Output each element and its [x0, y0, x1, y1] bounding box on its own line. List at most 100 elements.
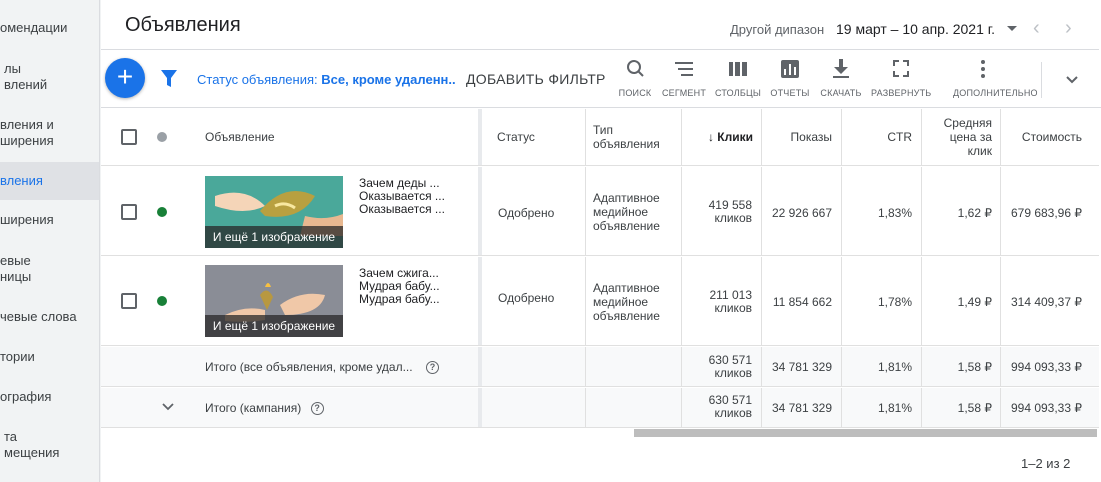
- ad-type-value: Адаптивное медийное объявление: [593, 281, 660, 323]
- clicks-value: 419 558 кликов: [708, 198, 752, 225]
- avg-cpc-value: 1,49 ₽: [957, 295, 992, 309]
- filter-value: Все, кроме удаленн...: [321, 72, 455, 87]
- date-range-selector[interactable]: 19 март – 10 апр. 2021 г.: [836, 21, 995, 37]
- segment-button[interactable]: СЕГМЕНТ: [654, 58, 714, 98]
- sidebar: омендации лы влений вления и ширения вле…: [0, 0, 100, 482]
- status-dot: [157, 207, 167, 217]
- sidebar-item-ads[interactable]: вления: [0, 162, 99, 200]
- header-ad-type[interactable]: Тип объявления: [593, 123, 660, 151]
- totals-row-ads: Итого (все объявления, кроме удал... ? 6…: [101, 347, 1099, 387]
- header-clicks[interactable]: ↓ Клики: [681, 130, 753, 144]
- main-panel: Объявления Другой дипазон 19 март – 10 а…: [101, 0, 1101, 482]
- expand-button[interactable]: РАЗВЕРНУТЬ: [871, 58, 931, 98]
- more-vert-icon: [981, 60, 985, 78]
- sidebar-item-recommendations[interactable]: омендации: [0, 20, 99, 36]
- header-ctr[interactable]: CTR: [841, 130, 912, 144]
- ad-type-value: Адаптивное медийное объявление: [593, 191, 660, 233]
- toolbar: + Статус объявления: Все, кроме удаленн.…: [101, 50, 1101, 108]
- chevron-left-icon[interactable]: ‹: [1033, 18, 1040, 38]
- date-range-label: Другой дипазон: [730, 22, 825, 37]
- status-dot-header: [157, 132, 167, 142]
- header-impressions[interactable]: Показы: [761, 130, 832, 144]
- status-value: Одобрено: [498, 291, 555, 305]
- column-resize-handle: [478, 167, 482, 255]
- more-images-caption: И ещё 1 изображение: [205, 315, 343, 337]
- sidebar-item-keywords[interactable]: чевые слова: [0, 309, 99, 325]
- table-row[interactable]: И ещё 1 изображение Зачем деды ... Оказы…: [101, 167, 1099, 256]
- page-header: Объявления Другой дипазон 19 март – 10 а…: [101, 0, 1099, 50]
- column-divider: [585, 257, 586, 345]
- ctr-value: 1,78%: [877, 295, 912, 309]
- more-images-caption: И ещё 1 изображение: [205, 226, 343, 248]
- clicks-value: 211 013 кликов: [709, 288, 753, 315]
- header-avg-cpc[interactable]: Средняя цена за клик: [921, 116, 992, 158]
- totals-label: Итого (все объявления, кроме удал... ?: [205, 360, 439, 375]
- sidebar-item-demographics[interactable]: ография: [0, 389, 99, 405]
- chevron-down-icon[interactable]: [1064, 70, 1080, 90]
- column-resize-handle: [478, 257, 482, 345]
- column-divider: [585, 347, 586, 386]
- toolbar-divider: [1041, 62, 1042, 98]
- ad-text[interactable]: Зачем сжига... Мудрая бабу... Мудрая баб…: [359, 267, 440, 306]
- totals-ctr: 1,81%: [877, 360, 912, 374]
- sidebar-item-ad-groups[interactable]: лы влений: [0, 61, 99, 93]
- column-divider: [585, 109, 586, 165]
- cost-value: 314 409,37 ₽: [1010, 295, 1082, 309]
- row-checkbox[interactable]: [121, 293, 137, 309]
- totals-clicks: 630 571 кликов: [708, 393, 752, 420]
- filter-icon[interactable]: [161, 70, 177, 88]
- impressions-value: 22 926 667: [771, 206, 832, 220]
- totals-label: Итого (кампания) ?: [205, 401, 324, 416]
- select-all-checkbox[interactable]: [121, 129, 137, 145]
- header-cost[interactable]: Стоимость: [1000, 130, 1082, 144]
- avg-cpc-value: 1,62 ₽: [957, 206, 992, 220]
- more-options-button[interactable]: ДОПОЛНИТЕЛЬНО: [953, 58, 1038, 98]
- totals-avg-cpc: 1,58 ₽: [957, 360, 992, 374]
- column-resize-handle: [478, 388, 482, 427]
- cost-value: 679 683,96 ₽: [1010, 206, 1082, 220]
- row-checkbox[interactable]: [121, 204, 137, 220]
- sidebar-item-placements[interactable]: та мещения: [0, 429, 99, 461]
- totals-row-campaign: Итого (кампания) ? 630 571 кликов 34 781…: [101, 388, 1099, 428]
- totals-clicks: 630 571 кликов: [708, 353, 752, 380]
- ad-image-thumbnail[interactable]: И ещё 1 изображение: [205, 265, 343, 337]
- status-filter-chip[interactable]: Статус объявления: Все, кроме удаленн...: [197, 72, 455, 87]
- help-icon[interactable]: ?: [310, 402, 324, 416]
- sidebar-item-audiences[interactable]: тории: [0, 349, 99, 365]
- totals-impressions: 34 781 329: [771, 360, 832, 374]
- columns-icon: [729, 62, 747, 76]
- arrow-down-icon: ↓: [707, 130, 718, 144]
- chevron-down-icon[interactable]: [1007, 26, 1017, 31]
- status-value: Одобрено: [498, 206, 555, 220]
- filter-prefix: Статус объявления:: [197, 72, 322, 87]
- table-row[interactable]: И ещё 1 изображение Зачем сжига... Мудра…: [101, 257, 1099, 346]
- totals-ctr: 1,81%: [877, 401, 912, 415]
- page-title: Объявления: [125, 14, 241, 36]
- expand-icon: [893, 60, 909, 77]
- sidebar-item-ads-extensions[interactable]: вления и ширения: [0, 117, 99, 149]
- totals-impressions: 34 781 329: [771, 401, 832, 415]
- sidebar-item-landing-pages[interactable]: евые ницы: [0, 253, 99, 285]
- totals-avg-cpc: 1,58 ₽: [957, 401, 992, 415]
- header-ad[interactable]: Объявление: [205, 130, 275, 144]
- ad-line: Оказывается ...: [359, 202, 445, 216]
- add-filter-button[interactable]: ДОБАВИТЬ ФИЛЬТР: [466, 71, 606, 87]
- help-icon[interactable]: ?: [425, 361, 439, 375]
- chevron-right-icon[interactable]: ›: [1065, 18, 1072, 38]
- ad-line: Мудрая бабу...: [359, 292, 440, 306]
- chevron-down-icon[interactable]: [161, 402, 175, 412]
- columns-button[interactable]: СТОЛБЦЫ: [708, 58, 768, 98]
- add-button[interactable]: +: [105, 58, 145, 98]
- sidebar-item-extensions[interactable]: ширения: [0, 212, 99, 228]
- download-button[interactable]: СКАЧАТЬ: [811, 58, 871, 98]
- segment-icon: [675, 62, 693, 76]
- status-dot: [157, 296, 167, 306]
- column-resize-handle[interactable]: [478, 109, 482, 165]
- ad-text[interactable]: Зачем деды ... Оказывается ... Оказывает…: [359, 177, 445, 216]
- header-status[interactable]: Статус: [497, 130, 535, 144]
- ad-image-thumbnail[interactable]: И ещё 1 изображение: [205, 176, 343, 248]
- impressions-value: 11 854 662: [772, 295, 832, 309]
- download-icon: [833, 59, 849, 78]
- column-resize-handle: [478, 347, 482, 386]
- horizontal-scrollbar[interactable]: [634, 429, 1097, 437]
